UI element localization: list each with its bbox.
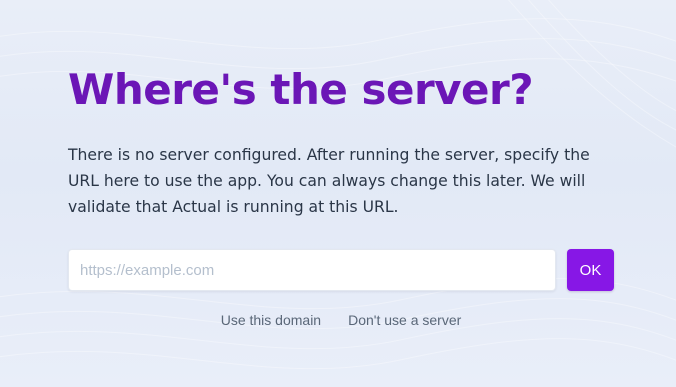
use-this-domain-button[interactable]: Use this domain	[221, 312, 321, 328]
page-description: There is no server configured. After run…	[68, 146, 590, 216]
page-title: Where's the server?	[68, 65, 534, 114]
server-url-form: OK	[68, 249, 614, 291]
server-url-input[interactable]	[68, 249, 556, 291]
ok-button[interactable]: OK	[567, 249, 614, 291]
alternative-options: Use this domain Don't use a server	[68, 312, 614, 328]
dont-use-server-button[interactable]: Don't use a server	[348, 312, 461, 328]
server-setup-panel: Where's the server? There is no server c…	[68, 64, 614, 328]
